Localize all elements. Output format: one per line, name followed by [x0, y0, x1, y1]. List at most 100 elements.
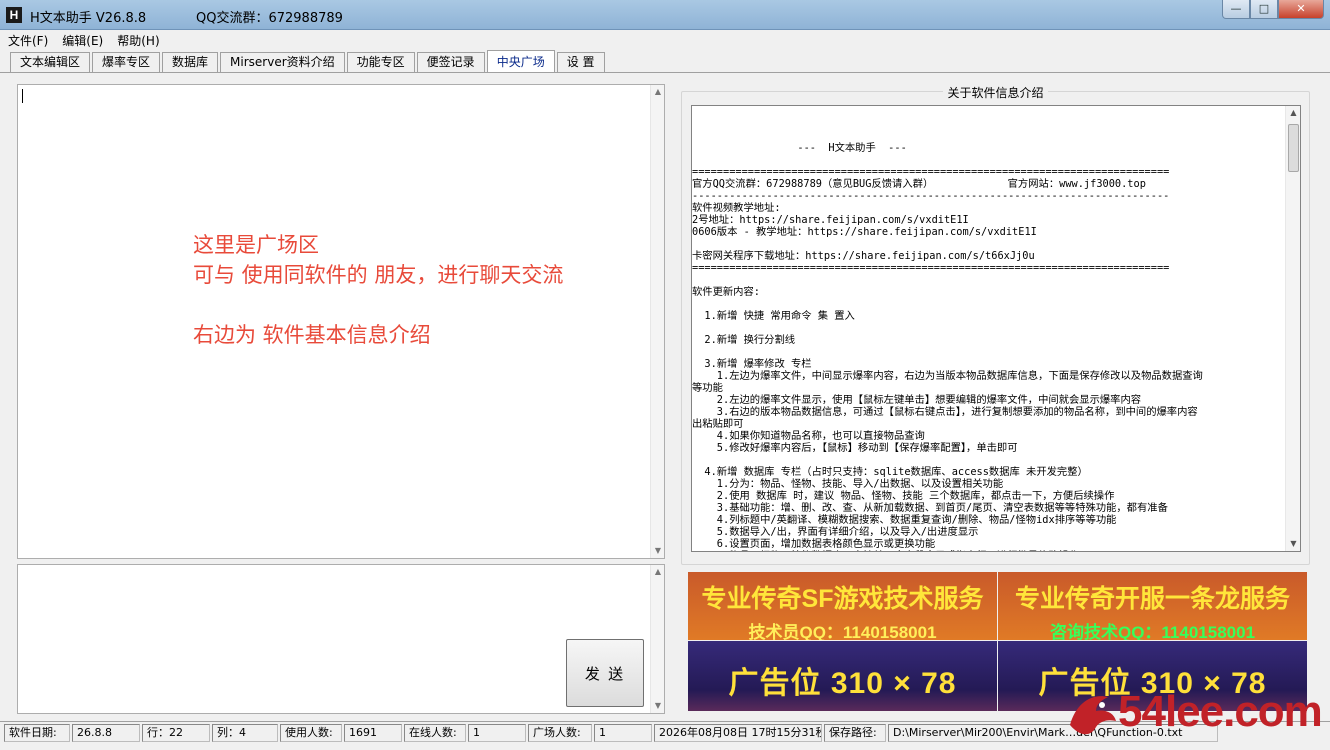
- scroll-down-icon[interactable]: ▼: [651, 699, 665, 713]
- ad-banner-tech-service[interactable]: 专业传奇SF游戏技术服务 技术员QQ：1140158001: [688, 572, 997, 640]
- status-date-label: 软件日期:: [4, 723, 70, 742]
- info-line: 3.新增 爆率修改 专栏: [692, 358, 812, 370]
- info-line: 0606版本 - 教学地址：https://share.feijipan.com…: [692, 226, 1037, 238]
- menu-help[interactable]: 帮助(H): [117, 32, 159, 49]
- plaza-note: 右边为 软件基本信息介绍: [193, 323, 431, 347]
- info-text: --- H文本助手 --- ===========================…: [692, 106, 1286, 551]
- menu-bar: 文件(F) 编辑(E) 帮助(H): [0, 30, 1330, 50]
- status-plaza-value: 1: [594, 723, 652, 742]
- status-online-label: 在线人数:: [404, 723, 466, 742]
- info-line: [692, 454, 1286, 466]
- info-line: 3.基础功能：增、删、改、查、从新加载数据、到首页/尾页、清空表数据等等特殊功能…: [692, 502, 1168, 514]
- tab-drop-rate[interactable]: 爆率专区: [92, 52, 161, 72]
- close-button[interactable]: ✕: [1278, 0, 1324, 19]
- ad-subline: 咨询技术QQ：1140158001: [1049, 623, 1256, 640]
- maximize-button[interactable]: □: [1250, 0, 1278, 19]
- ad-headline: 专业传奇开服一条龙服务: [1014, 585, 1290, 613]
- scroll-down-icon[interactable]: ▼: [651, 544, 665, 558]
- plaza-note: 可与 使用同软件的 朋友，进行聊天交流: [193, 263, 564, 287]
- qq-group-label: QQ交流群：672988789: [196, 11, 343, 26]
- info-line: 2.左边的爆率文件显示，使用【鼠标左键单击】想要编辑的爆率文件，中间就会显示爆率…: [692, 394, 1142, 406]
- scroll-up-icon[interactable]: ▲: [651, 565, 665, 579]
- scroll-up-icon[interactable]: ▲: [651, 85, 665, 99]
- tab-features[interactable]: 功能专区: [346, 52, 415, 72]
- scroll-down-icon[interactable]: ▼: [1286, 537, 1300, 551]
- status-users-label: 使用人数:: [280, 723, 342, 742]
- info-line: 官方QQ交流群：672988789（意见BUG反馈请入群） 官方网站：www.j…: [692, 178, 1146, 190]
- info-line: 3.右边的版本物品数据信息，可通过【鼠标右键点击】，进行复制想要添加的物品名称，…: [692, 406, 1198, 418]
- menu-edit[interactable]: 编辑(E): [62, 32, 103, 49]
- scroll-up-icon[interactable]: ▲: [1286, 106, 1300, 120]
- info-line: [692, 130, 1286, 142]
- tab-mirserver-info[interactable]: Mirserver资料介绍: [220, 52, 345, 72]
- ad-placeholder: 广告位 310 × 78: [728, 667, 957, 700]
- info-line: 5.修改好爆率内容后，【鼠标】移动到【保存爆率配置】，单击即可: [692, 442, 1018, 454]
- tab-database[interactable]: 数据库: [162, 52, 219, 72]
- info-line: ========================================…: [692, 166, 1170, 178]
- info-line: [692, 238, 1286, 250]
- plaza-note: 这里是广场区: [193, 233, 319, 257]
- info-line: 4.列标题中/英翻译、模糊数据搜索、数据重复查询/删除、物品/怪物idx排序等等…: [692, 514, 1117, 526]
- ad-headline: 专业传奇SF游戏技术服务: [701, 585, 984, 613]
- info-line: 1.新增 快捷 常用命令 集 置入: [692, 310, 855, 322]
- info-group-title: 关于软件信息介绍: [943, 86, 1048, 100]
- info-line: [692, 298, 1286, 310]
- input-scrollbar[interactable]: ▲ ▼: [650, 565, 664, 713]
- tab-central-plaza[interactable]: 中央广场: [486, 50, 555, 72]
- info-line: [692, 346, 1286, 358]
- info-line: 1.左边为爆率文件，中间显示爆率内容，右边为当版本物品数据库信息，下面是保存修改…: [692, 370, 1203, 382]
- info-line: ========================================…: [692, 262, 1170, 274]
- info-line: 2号地址：https://share.feijipan.com/s/vxditE…: [692, 214, 969, 226]
- watermark-text: 54lee.com: [1118, 687, 1323, 736]
- info-line: 6.设置页面，增加数据表格颜色显示或更换功能: [692, 538, 936, 550]
- bird-logo-icon: [1070, 696, 1116, 735]
- chat-scrollbar[interactable]: ▲ ▼: [650, 85, 664, 558]
- text-caret: [22, 89, 23, 103]
- info-line: 7.物品、怪物、技能数据库，支持某一个字段全局或指定行，进行批量修改操作: [692, 550, 1286, 551]
- status-row: 行：22: [142, 723, 210, 742]
- tab-settings[interactable]: 设 置: [556, 52, 605, 72]
- info-line: --- H文本助手 ---: [692, 142, 907, 154]
- watermark-logo: 54lee.com: [1068, 683, 1330, 745]
- info-line: 4.新增 数据库 专栏（占时只支持：sqlite数据库、access数据库 未开…: [692, 466, 1088, 478]
- info-line: [692, 106, 1286, 118]
- info-line: 2.新增 换行分割线: [692, 334, 796, 346]
- info-textbox[interactable]: --- H文本助手 --- ===========================…: [691, 105, 1301, 552]
- window-title: H文本助手 V26.8.8: [30, 11, 147, 26]
- ad-slot-left[interactable]: 广告位 310 × 78: [688, 641, 997, 711]
- info-line: [692, 118, 1286, 130]
- chat-display[interactable]: 这里是广场区 可与 使用同软件的 朋友，进行聊天交流 右边为 软件基本信息介绍 …: [17, 84, 665, 559]
- minimize-button[interactable]: —: [1222, 0, 1250, 19]
- info-line: 软件视频教学地址:: [692, 202, 781, 214]
- send-button[interactable]: 发 送: [566, 639, 644, 707]
- info-line: 5.数据导入/出，界面有详细介绍，以及导入/出进度显示: [692, 526, 979, 538]
- info-line: 等功能: [692, 382, 723, 394]
- tab-text-editor[interactable]: 文本编辑区: [10, 52, 91, 72]
- status-col: 列：4: [212, 723, 278, 742]
- ad-subline: 技术员QQ：1140158001: [748, 623, 937, 640]
- tab-divider: [0, 72, 1330, 73]
- menu-file[interactable]: 文件(F): [8, 32, 48, 49]
- info-scrollbar[interactable]: ▲ ▼: [1285, 106, 1300, 551]
- info-line: 1.分为：物品、怪物、技能、导入/出数据、以及设置相关功能: [692, 478, 1004, 490]
- tab-notes[interactable]: 便签记录: [416, 52, 485, 72]
- status-path-label: 保存路径:: [824, 723, 886, 742]
- status-online-value: 1: [468, 723, 526, 742]
- info-line: 出粘贴即可: [692, 418, 744, 430]
- title-bar[interactable]: H H文本助手 V26.8.8 QQ交流群：672988789 — □ ✕: [0, 0, 1330, 30]
- info-line: 2.使用 数据库 时，建议 物品、怪物、技能 三个数据库，都点击一下，方便后续操…: [692, 490, 1115, 502]
- main-window: H H文本助手 V26.8.8 QQ交流群：672988789 — □ ✕ 文件…: [0, 0, 1330, 750]
- app-logo-icon: H: [6, 7, 22, 23]
- info-line: [692, 154, 1286, 166]
- info-line: [692, 274, 1286, 286]
- status-date-value: 26.8.8: [72, 723, 140, 742]
- info-line: 软件更新内容:: [692, 286, 760, 298]
- ad-banner-server-service[interactable]: 专业传奇开服一条龙服务 咨询技术QQ：1140158001: [998, 572, 1307, 640]
- status-datetime: 2026年08月08日 17时15分31秒: [654, 723, 822, 742]
- scroll-thumb[interactable]: [1288, 124, 1299, 172]
- info-line: [692, 322, 1286, 334]
- info-line: 4.如果你知道物品名称，也可以直接物品查询: [692, 430, 925, 442]
- tab-bar: 文本编辑区 爆率专区 数据库 Mirserver资料介绍 功能专区 便签记录 中…: [10, 50, 607, 72]
- status-plaza-label: 广场人数:: [528, 723, 592, 742]
- info-line: 卡密网关程序下载地址：https://share.feijipan.com/s/…: [692, 250, 1035, 262]
